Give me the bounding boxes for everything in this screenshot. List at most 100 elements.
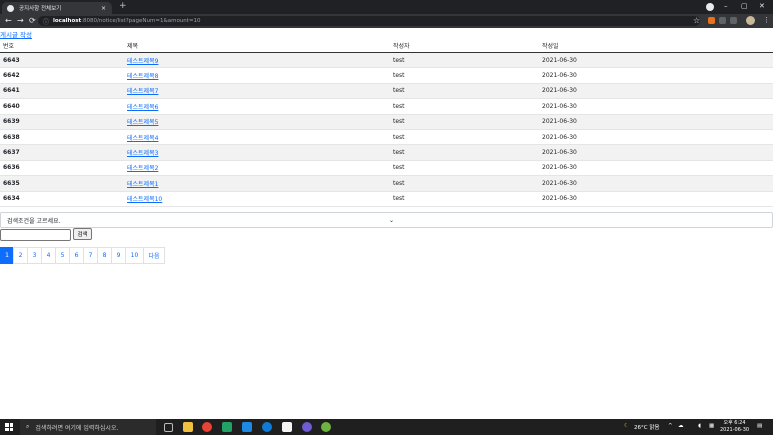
tray-chevron-icon[interactable]: ^: [668, 423, 673, 429]
next-page-link[interactable]: 다음: [143, 247, 165, 264]
new-tab-button[interactable]: +: [119, 1, 127, 11]
chevron-down-icon: ⌄: [389, 216, 395, 224]
row-number: 6634: [0, 191, 127, 207]
page-link-5[interactable]: 5: [55, 247, 70, 264]
page-link-10[interactable]: 10: [125, 247, 144, 264]
app-icon[interactable]: [242, 422, 252, 432]
reload-icon[interactable]: ⟳: [29, 16, 36, 25]
row-author: test: [393, 52, 542, 69]
windows-start-icon[interactable]: [5, 423, 13, 431]
tab-title: 공지사항 전체보기: [19, 6, 62, 12]
info-icon: ⓘ: [43, 18, 50, 26]
maximize-button[interactable]: ▢: [741, 2, 748, 10]
row-title-link[interactable]: 테스트제목2: [127, 165, 158, 172]
page-link-2[interactable]: 2: [13, 247, 28, 264]
row-author: test: [393, 129, 542, 146]
page-link-3[interactable]: 3: [27, 247, 42, 264]
task-view-icon[interactable]: [164, 423, 173, 432]
speaker-icon[interactable]: ◖: [698, 423, 701, 429]
table-row: 6639 테스트제목5 test 2021-06-30: [0, 114, 773, 130]
row-title-link[interactable]: 테스트제목6: [127, 104, 158, 111]
minimize-button[interactable]: –: [724, 2, 728, 10]
row-date: 2021-06-30: [542, 67, 773, 84]
row-date: 2021-06-30: [542, 83, 773, 100]
puzzle-icon[interactable]: [719, 17, 726, 24]
search-type-select[interactable]: 검색조건을 고르세요. ⌄: [0, 212, 773, 228]
row-title-link[interactable]: 테스트제목4: [127, 135, 158, 142]
column-header-title: 제목: [127, 38, 393, 53]
file-explorer-icon[interactable]: [183, 422, 193, 432]
taskbar-search-box[interactable]: ⌕ 검색하려면 여기에 입력하십시오.: [20, 419, 156, 435]
row-title-link[interactable]: 테스트제목10: [127, 196, 162, 203]
search-button[interactable]: 검색: [73, 228, 92, 240]
notepad-icon[interactable]: [282, 422, 292, 432]
row-date: 2021-06-30: [542, 191, 773, 207]
browser-tab[interactable]: 공지사항 전체보기 ×: [2, 2, 112, 14]
row-date: 2021-06-30: [542, 52, 773, 69]
window-close-button[interactable]: ✕: [759, 2, 765, 10]
row-title-link[interactable]: 테스트제목5: [127, 119, 158, 126]
notification-icon[interactable]: ▤: [757, 423, 762, 429]
avatar[interactable]: [746, 16, 755, 25]
row-author: test: [393, 67, 542, 84]
edge-icon[interactable]: [262, 422, 272, 432]
table-header-row: 번호 제목 작성자 작성일: [0, 38, 773, 53]
search-type-value: 검색조건을 고르세요.: [7, 217, 61, 225]
row-title-link[interactable]: 테스트제목3: [127, 150, 158, 157]
search-icon: ⌕: [26, 423, 30, 430]
extension-icon[interactable]: [708, 17, 715, 24]
page-link-1[interactable]: 1: [0, 247, 14, 264]
row-number: 6638: [0, 129, 127, 146]
taskbar-search-placeholder: 검색하려면 여기에 입력하십시오.: [35, 424, 119, 432]
ime-icon[interactable]: ▦: [709, 423, 714, 429]
table-row: 6637 테스트제목3 test 2021-06-30: [0, 144, 773, 161]
more-menu-icon[interactable]: ⋮: [763, 16, 770, 24]
back-arrow-icon[interactable]: ←: [5, 16, 12, 25]
reading-list-icon[interactable]: [730, 17, 737, 24]
clock[interactable]: 오후 6:24 2021-06-30: [720, 420, 749, 434]
row-date: 2021-06-30: [542, 160, 773, 177]
column-header-author: 작성자: [393, 38, 542, 53]
table-row: 6634 테스트제목10 test 2021-06-30: [0, 191, 773, 207]
page-link-8[interactable]: 8: [97, 247, 112, 264]
browser-tab-bar: 공지사항 전체보기 × + – ▢ ✕: [0, 0, 773, 14]
bookmark-star-icon[interactable]: ☆: [693, 16, 700, 25]
profile-circle-icon[interactable]: [706, 3, 714, 11]
row-number: 6636: [0, 160, 127, 177]
row-date: 2021-06-30: [542, 114, 773, 130]
app-icon[interactable]: [321, 422, 331, 432]
weather-text[interactable]: 26°C 맑음: [634, 423, 659, 431]
page-link-9[interactable]: 9: [111, 247, 126, 264]
row-number: 6642: [0, 67, 127, 84]
globe-icon: [7, 4, 14, 12]
row-title-link[interactable]: 테스트제목1: [127, 181, 158, 188]
notice-table: 번호 제목 작성자 작성일 6643 테스트제목9 test 2021-06-30 6…: [0, 38, 773, 207]
chrome-icon[interactable]: [202, 422, 212, 432]
row-date: 2021-06-30: [542, 129, 773, 146]
row-title-link[interactable]: 테스트제목8: [127, 73, 158, 80]
network-icon[interactable]: ☁: [678, 423, 684, 429]
row-author: test: [393, 114, 542, 130]
row-title-link[interactable]: 테스트제목7: [127, 88, 158, 95]
row-author: test: [393, 175, 542, 192]
url-field[interactable]: ⓘ localhost:8080/notice/list?pageNum=1&a…: [38, 16, 700, 26]
app-icon[interactable]: [222, 422, 232, 432]
moon-icon: ☾: [624, 423, 629, 429]
table-row: 6638 테스트제목4 test 2021-06-30: [0, 129, 773, 146]
row-author: test: [393, 191, 542, 207]
row-number: 6643: [0, 52, 127, 69]
row-date: 2021-06-30: [542, 98, 773, 115]
row-author: test: [393, 98, 542, 115]
tab-close-icon[interactable]: ×: [101, 5, 106, 12]
app-icon[interactable]: [302, 422, 312, 432]
table-row: 6641 테스트제목7 test 2021-06-30: [0, 83, 773, 100]
row-title-link[interactable]: 테스트제목9: [127, 58, 158, 65]
search-input[interactable]: [0, 229, 71, 241]
row-number: 6639: [0, 114, 127, 130]
page-link-4[interactable]: 4: [41, 247, 56, 264]
page-link-7[interactable]: 7: [83, 247, 98, 264]
row-date: 2021-06-30: [542, 175, 773, 192]
forward-arrow-icon[interactable]: →: [17, 16, 24, 25]
table-row: 6643 테스트제목9 test 2021-06-30: [0, 52, 773, 69]
page-link-6[interactable]: 6: [69, 247, 84, 264]
